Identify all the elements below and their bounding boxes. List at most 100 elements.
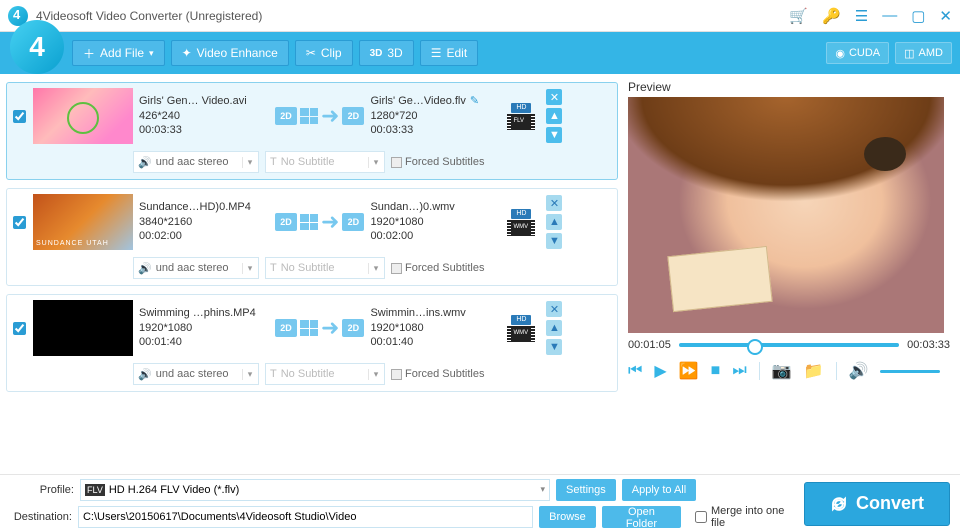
thumbnail[interactable] (33, 300, 133, 356)
format-chip[interactable]: HDWMV (506, 315, 536, 342)
fast-forward-icon[interactable]: ⏩ (679, 361, 699, 381)
open-folder-button[interactable]: Open Folder (602, 506, 681, 528)
scissors-icon: ✂ (306, 46, 316, 60)
subtitle-select[interactable]: TNo Subtitle▾ (265, 363, 385, 385)
settings-button[interactable]: Settings (556, 479, 616, 501)
amd-icon: ◫ (904, 47, 914, 60)
conversion-arrow: 2D ➜ 2D (275, 103, 364, 129)
grid-icon (300, 108, 318, 124)
file-row[interactable]: Sundance…HD)0.MP4 3840*2160 00:02:00 2D➜… (6, 188, 618, 286)
two-d-badge: 2D (275, 107, 297, 125)
subtitle-select[interactable]: TNo Subtitle▾ (265, 151, 385, 173)
time-current: 00:01:05 (628, 339, 671, 351)
skip-forward-icon[interactable]: ⏭ (732, 362, 746, 380)
open-folder-icon[interactable]: 📁 (804, 361, 824, 381)
row-actions: ✕ ▲ ▼ (546, 89, 562, 143)
wand-icon: ✦ (182, 46, 192, 60)
source-info: Girls' Gen… Video.avi 426*240 00:03:33 (139, 94, 269, 139)
nvidia-icon: ◉ (835, 47, 845, 60)
menu-icon[interactable]: ☰ (855, 7, 868, 25)
add-file-button[interactable]: ＋Add File▾ (72, 40, 165, 66)
volume-slider[interactable] (880, 370, 940, 373)
destination-label: Destination: (10, 511, 72, 523)
source-info: Sundance…HD)0.MP4 3840*2160 00:02:00 (139, 200, 269, 245)
file-row[interactable]: Swimming …phins.MP4 1920*1080 00:01:40 2… (6, 294, 618, 392)
row-checkbox[interactable] (11, 322, 27, 335)
move-up-icon[interactable]: ▲ (546, 108, 562, 124)
audio-track-select[interactable]: 🔊und aac stereo▾ (133, 151, 259, 173)
preview-panel: Preview 00:01:05 00:03:33 ⏮ ▶ ⏩ ■ ⏭ 📷 📁 … (624, 74, 960, 474)
sliders-icon: ☰ (431, 46, 442, 60)
cart-icon[interactable]: 🛒 (789, 7, 808, 25)
move-up-icon[interactable]: ▲ (546, 214, 562, 230)
dest-info: Swimmin…ins.wmv 1920*1080 00:01:40 (370, 306, 500, 351)
forced-subtitles-toggle[interactable]: Forced Subtitles (391, 262, 484, 274)
move-down-icon[interactable]: ▼ (546, 127, 562, 143)
titlebar: 4Videosoft Video Converter (Unregistered… (0, 0, 960, 32)
move-down-icon[interactable]: ▼ (546, 339, 562, 355)
app-logo (10, 20, 64, 74)
remove-row-icon[interactable]: ✕ (546, 195, 562, 211)
conversion-arrow: 2D➜2D (275, 209, 364, 235)
thumbnail[interactable] (33, 194, 133, 250)
three-d-button[interactable]: 3D3D (359, 40, 414, 66)
maximize-icon[interactable]: ▢ (911, 7, 925, 25)
row-checkbox[interactable] (11, 216, 27, 229)
edit-button[interactable]: ☰Edit (420, 40, 478, 66)
three-d-icon: 3D (370, 48, 383, 59)
profile-select[interactable]: FLVHD H.264 FLV Video (*.flv) ▾ (80, 479, 550, 501)
remove-row-icon[interactable]: ✕ (546, 301, 562, 317)
profile-label: Profile: (10, 484, 74, 496)
thumbnail[interactable] (33, 88, 133, 144)
convert-button[interactable]: Convert (804, 482, 950, 526)
bottom-bar: Profile: FLVHD H.264 FLV Video (*.flv) ▾… (0, 474, 960, 532)
stop-icon[interactable]: ■ (711, 362, 721, 380)
close-icon[interactable]: ✕ (939, 7, 952, 25)
format-chip[interactable]: HDWMV (506, 209, 536, 236)
minimize-icon[interactable]: — (882, 7, 897, 24)
clip-button[interactable]: ✂Clip (295, 40, 353, 66)
dest-info: Girls' Ge…Video.flv✎ 1280*720 00:03:33 (370, 94, 500, 139)
merge-checkbox[interactable]: Merge into one file (695, 505, 798, 529)
preview-controls: ⏮ ▶ ⏩ ■ ⏭ 📷 📁 🔊 (628, 361, 950, 381)
destination-input[interactable] (78, 506, 533, 528)
file-list: Girls' Gen… Video.avi 426*240 00:03:33 2… (0, 74, 624, 474)
plus-icon: ＋ (83, 45, 95, 62)
snapshot-icon[interactable]: 📷 (772, 361, 792, 381)
dest-info: Sundan…)0.wmv 1920*1080 00:02:00 (370, 200, 500, 245)
audio-track-select[interactable]: 🔊und aac stereo▾ (133, 257, 259, 279)
window-title: 4Videosoft Video Converter (Unregistered… (36, 9, 789, 23)
cycle-icon (830, 495, 848, 513)
move-down-icon[interactable]: ▼ (546, 233, 562, 249)
apply-to-all-button[interactable]: Apply to All (622, 479, 696, 501)
edit-pencil-icon[interactable]: ✎ (470, 95, 479, 107)
text-icon: T (270, 156, 277, 168)
arrow-right-icon: ➜ (321, 103, 339, 129)
skip-back-icon[interactable]: ⏮ (628, 362, 642, 380)
two-d-badge: 2D (342, 107, 364, 125)
audio-track-select[interactable]: 🔊und aac stereo▾ (133, 363, 259, 385)
key-icon[interactable]: 🔑 (822, 7, 841, 25)
row-checkbox[interactable] (11, 110, 27, 123)
seek-slider[interactable] (679, 343, 899, 347)
preview-label: Preview (628, 80, 950, 94)
cuda-button[interactable]: ◉CUDA (826, 42, 889, 64)
browse-button[interactable]: Browse (539, 506, 596, 528)
toolbar: ＋Add File▾ ✦Video Enhance ✂Clip 3D3D ☰Ed… (0, 32, 960, 74)
file-row[interactable]: Girls' Gen… Video.avi 426*240 00:03:33 2… (6, 82, 618, 180)
format-chip[interactable]: HDFLV (506, 103, 536, 130)
forced-subtitles-toggle[interactable]: Forced Subtitles (391, 156, 484, 168)
amd-button[interactable]: ◫AMD (895, 42, 952, 64)
remove-row-icon[interactable]: ✕ (546, 89, 562, 105)
volume-icon[interactable]: 🔊 (849, 361, 869, 381)
play-icon[interactable]: ▶ (654, 361, 666, 381)
flv-icon: FLV (85, 484, 105, 496)
speaker-icon: 🔊 (138, 156, 152, 169)
subtitle-select[interactable]: TNo Subtitle▾ (265, 257, 385, 279)
forced-subtitles-toggle[interactable]: Forced Subtitles (391, 368, 484, 380)
video-enhance-button[interactable]: ✦Video Enhance (171, 40, 289, 66)
time-total: 00:03:33 (907, 339, 950, 351)
main-area: Girls' Gen… Video.avi 426*240 00:03:33 2… (0, 74, 960, 474)
preview-video[interactable] (628, 97, 944, 333)
move-up-icon[interactable]: ▲ (546, 320, 562, 336)
